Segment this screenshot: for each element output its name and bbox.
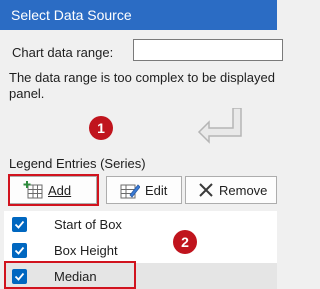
median-row-highlight bbox=[4, 261, 136, 289]
remove-button-label: Remove bbox=[219, 182, 268, 198]
chart-data-range-input[interactable] bbox=[133, 39, 283, 61]
edit-button-label: Edit bbox=[145, 182, 168, 198]
edit-series-button[interactable]: Edit bbox=[106, 176, 182, 204]
add-button-highlight bbox=[8, 174, 99, 206]
dialog-body: Chart data range: The data range is too … bbox=[0, 30, 283, 289]
series-name: Box Height bbox=[54, 242, 118, 258]
series-row[interactable]: Start of Box bbox=[4, 211, 277, 237]
message-line-2: panel. bbox=[9, 86, 45, 101]
callout-badge-1: 1 bbox=[89, 116, 113, 140]
series-name: Start of Box bbox=[54, 216, 122, 232]
dialog-title-bar: Select Data Source bbox=[0, 0, 277, 30]
dialog-title: Select Data Source bbox=[11, 7, 132, 23]
chart-data-range-label: Chart data range: bbox=[12, 45, 114, 60]
legend-entries-label: Legend Entries (Series) bbox=[9, 156, 146, 171]
complex-range-message: The data range is too complex to be disp… bbox=[9, 70, 284, 102]
switch-row-column-arrow-icon bbox=[197, 108, 242, 144]
callout-badge-2: 2 bbox=[173, 230, 197, 254]
series-row[interactable]: Box Height bbox=[4, 237, 277, 263]
checkbox-checked-icon[interactable] bbox=[12, 216, 27, 232]
remove-series-button[interactable]: Remove bbox=[185, 176, 277, 204]
edit-table-icon bbox=[120, 181, 140, 199]
checkbox-checked-icon[interactable] bbox=[12, 242, 27, 258]
remove-x-icon bbox=[198, 182, 214, 198]
message-line-1: The data range is too complex to be disp… bbox=[9, 70, 275, 85]
